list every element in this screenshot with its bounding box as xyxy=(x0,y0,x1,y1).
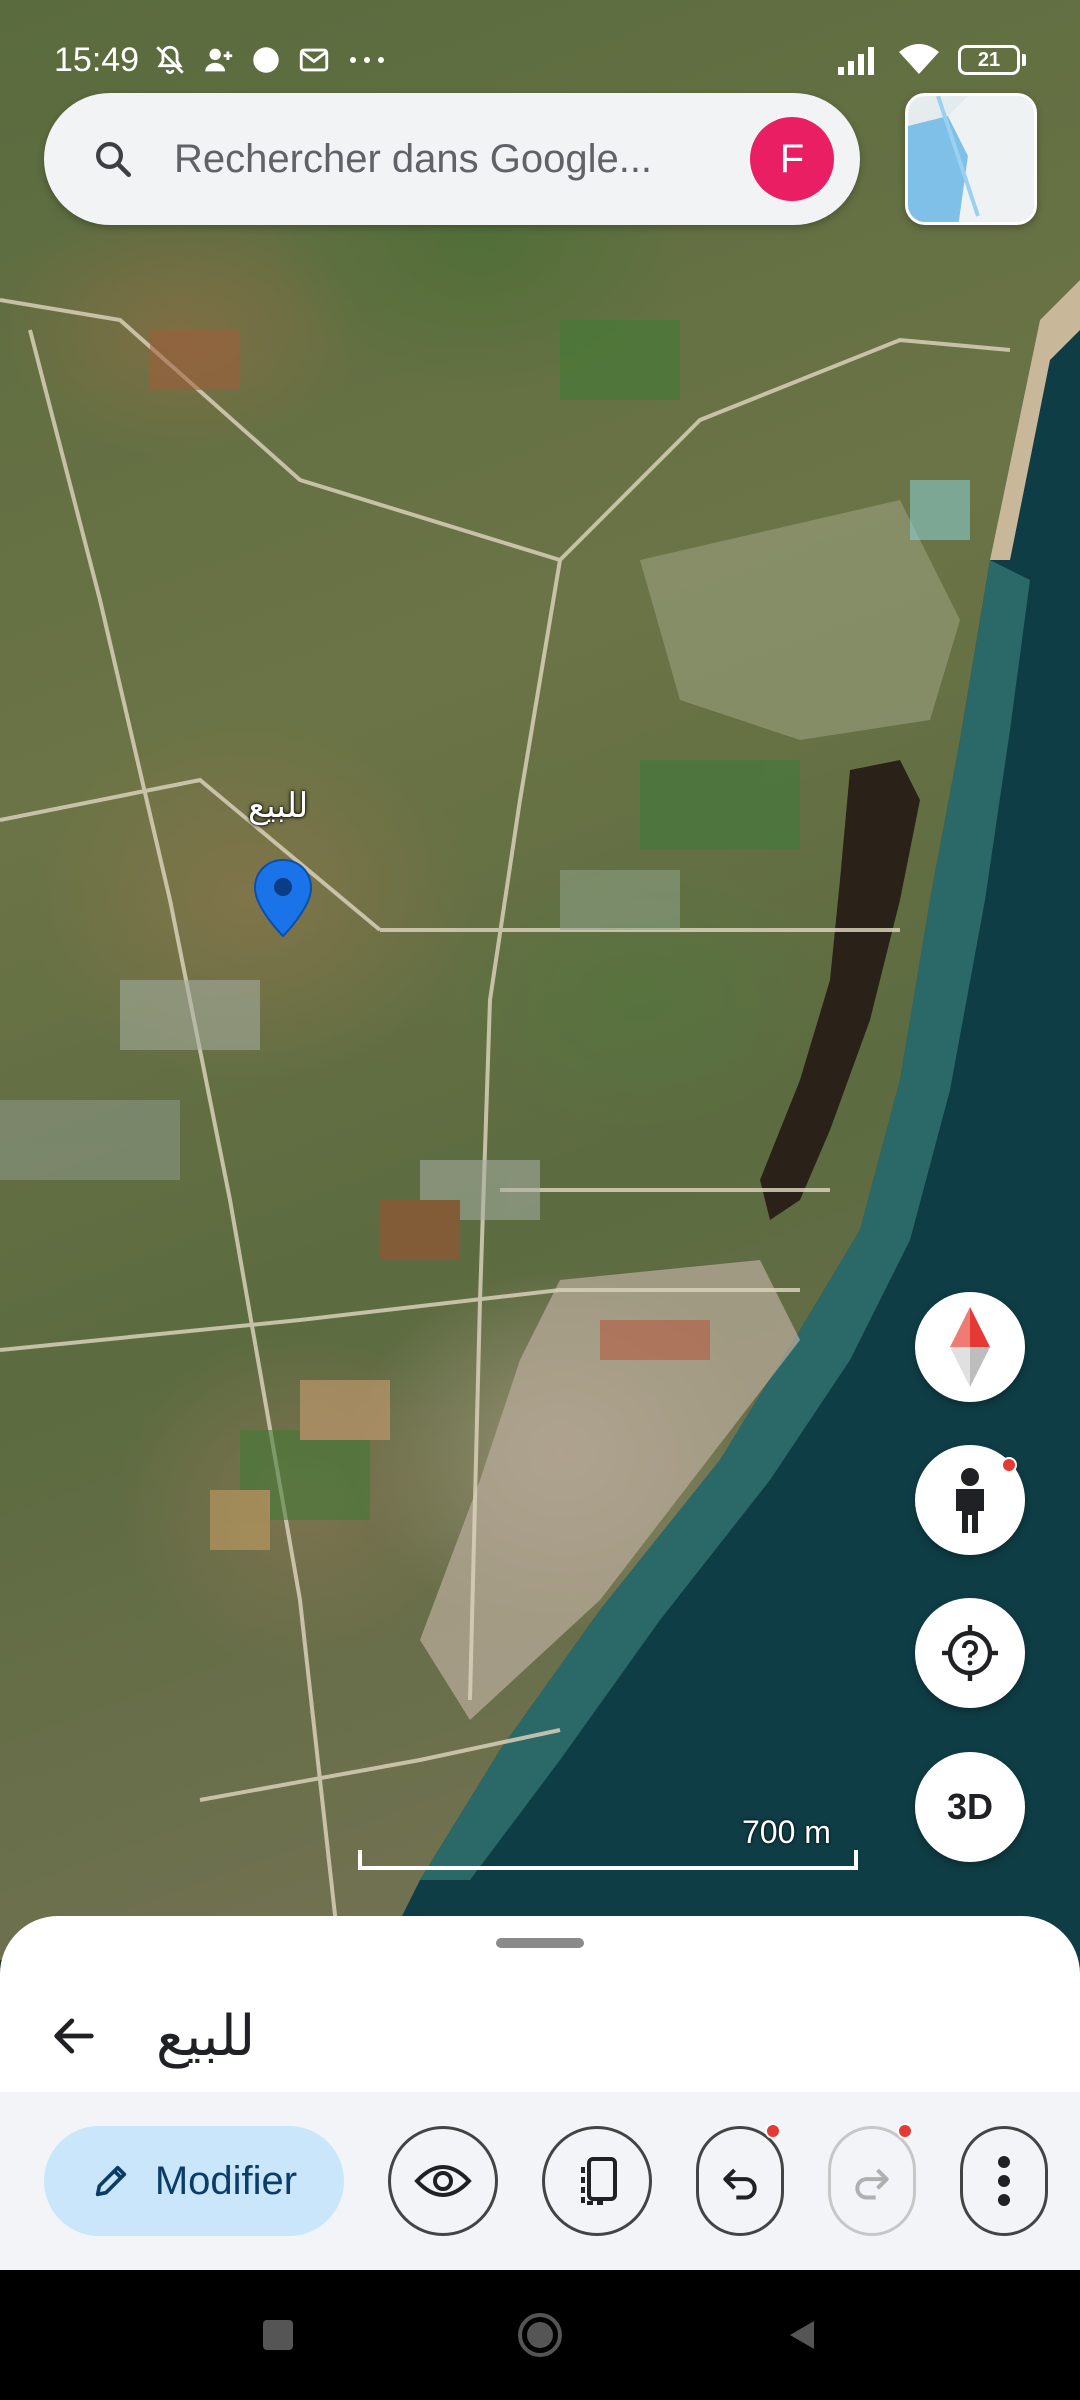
redo-button[interactable] xyxy=(828,2123,916,2236)
pencil-icon xyxy=(95,2165,127,2197)
status-right: 21 xyxy=(836,42,1026,78)
undo-button[interactable] xyxy=(696,2123,784,2236)
edit-toolbar: Modifier xyxy=(0,2092,1080,2270)
mute-icon xyxy=(156,45,184,75)
notification-dot xyxy=(1001,1457,1017,1473)
avatar[interactable]: F xyxy=(750,117,834,201)
chat-icon xyxy=(253,47,279,73)
recents-icon[interactable] xyxy=(260,2317,296,2353)
undo-notification-dot xyxy=(765,2123,781,2139)
system-nav-bar xyxy=(0,2270,1080,2400)
search-bar[interactable]: F xyxy=(44,93,860,225)
battery-tip xyxy=(1022,54,1026,66)
back-icon[interactable] xyxy=(784,2317,820,2353)
wifi-icon xyxy=(899,44,939,74)
redo-icon xyxy=(855,2168,889,2200)
map-thumbnail-icon xyxy=(908,96,1034,222)
street-view-button[interactable] xyxy=(915,1445,1025,1555)
more-icon xyxy=(350,57,385,63)
copy-icon xyxy=(581,2157,617,2205)
sheet-header: للبيع xyxy=(0,1976,1080,2096)
home-icon[interactable] xyxy=(516,2311,564,2359)
3d-button[interactable]: 3D xyxy=(915,1752,1025,1862)
map-marker-label: للبيع xyxy=(248,787,309,825)
help-button[interactable] xyxy=(915,1598,1025,1708)
back-arrow-icon[interactable] xyxy=(48,2010,100,2062)
redo-notification-dot xyxy=(897,2123,913,2139)
map-pin-icon[interactable] xyxy=(253,858,313,938)
signal-icon xyxy=(838,47,874,75)
undo-icon xyxy=(723,2168,757,2200)
bottom-sheet: للبيع Modifier xyxy=(0,1916,1080,2270)
eye-icon xyxy=(414,2165,472,2197)
battery-icon: 21 xyxy=(958,45,1026,75)
map-layers-button[interactable] xyxy=(905,93,1037,225)
compass-icon xyxy=(950,1307,990,1387)
edit-button-label: Modifier xyxy=(154,2158,298,2203)
search-icon xyxy=(96,142,132,178)
drag-handle[interactable] xyxy=(496,1938,584,1948)
sheet-title: للبيع xyxy=(156,2004,256,2067)
scale-label: 700 m xyxy=(742,1814,831,1850)
more-vert-icon xyxy=(998,2156,1010,2206)
battery-level: 21 xyxy=(958,45,1020,75)
compass-button[interactable] xyxy=(915,1292,1025,1402)
mail-icon xyxy=(299,48,329,72)
more-options-button[interactable] xyxy=(960,2126,1048,2236)
scale-bar xyxy=(358,1850,858,1870)
status-left: 15:49 xyxy=(54,41,389,80)
status-time: 15:49 xyxy=(54,40,140,79)
search-input[interactable] xyxy=(174,136,750,182)
layers-button[interactable] xyxy=(542,2126,652,2236)
edit-button[interactable]: Modifier xyxy=(44,2126,344,2236)
visibility-button[interactable] xyxy=(388,2126,498,2236)
help-icon xyxy=(942,1625,998,1681)
person-add-icon xyxy=(205,48,233,72)
pegman-icon xyxy=(956,1468,984,1533)
